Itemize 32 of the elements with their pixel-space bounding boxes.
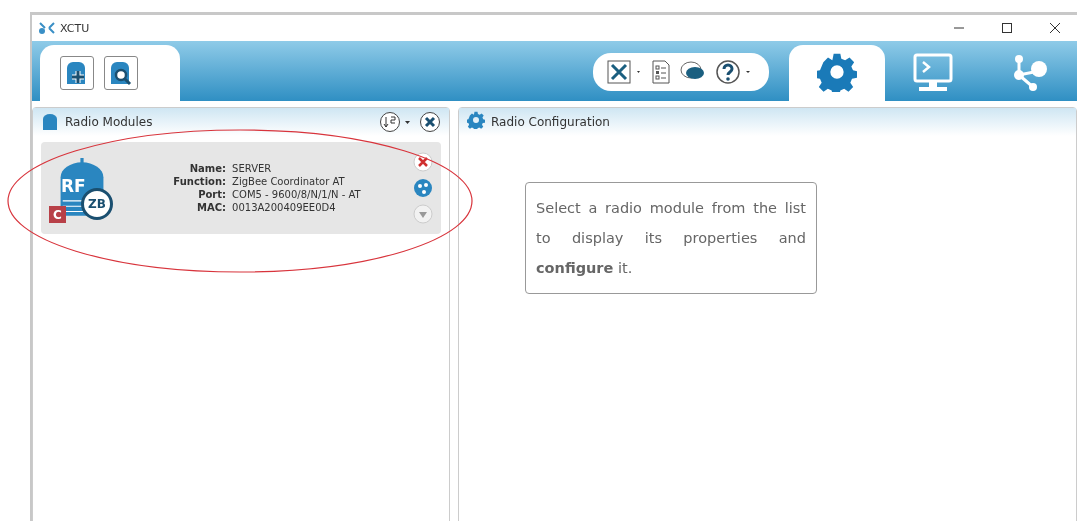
network-icon[interactable] (413, 178, 433, 198)
radio-module-icon (41, 113, 59, 131)
sort-icon[interactable] (379, 111, 413, 133)
discover-devices-button[interactable] (104, 56, 138, 90)
window-title: XCTU (60, 21, 91, 35)
close-icon[interactable] (1049, 22, 1061, 34)
checklist-button[interactable] (651, 60, 671, 84)
field-value: 0013A200409EE0D4 (232, 202, 337, 213)
field-label: Name: (188, 163, 227, 174)
panel-title: Radio Modules (65, 115, 154, 129)
field-value: SERVER (232, 163, 273, 174)
field-label: Function: (172, 176, 227, 187)
gear-icon (817, 51, 857, 95)
tools-button[interactable] (607, 60, 643, 84)
field-label: MAC: (196, 202, 227, 213)
search-device-icon (108, 60, 134, 86)
role-badge: C (49, 206, 66, 223)
monitor-icon (911, 53, 955, 93)
close-icon[interactable] (419, 111, 441, 133)
add-device-button[interactable] (60, 56, 94, 90)
maximize-icon[interactable] (1001, 22, 1013, 34)
app-logo-icon (38, 21, 56, 35)
remove-icon[interactable] (413, 152, 433, 172)
protocol-badge: ZB (81, 188, 113, 220)
field-value: COM5 - 9600/8/N/1/N - AT (232, 189, 362, 200)
hint-callout: Select a radio module from the list to display its properties and configure it. (525, 182, 817, 294)
module-card[interactable]: RF ZB C Name: SERVER Function: ZigBee Coordinator AT Port: COM5 - 9600/8/N/1/N - AT MAC: 0013A200409EE0D4 (41, 142, 441, 234)
field-label: Port: (197, 189, 227, 200)
perspective-tab[interactable] (789, 45, 885, 101)
field-value: ZigBee Coordinator AT (232, 176, 346, 187)
expand-icon[interactable] (413, 204, 433, 224)
panel-title: Radio Configuration (491, 115, 611, 129)
